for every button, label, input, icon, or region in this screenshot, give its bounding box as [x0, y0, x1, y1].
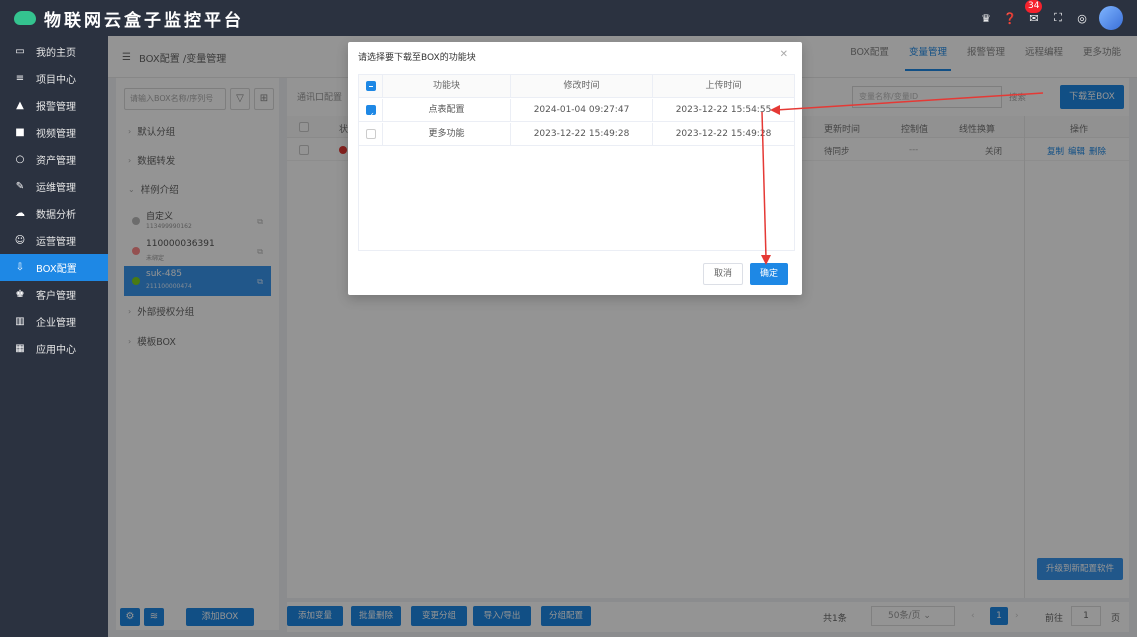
block-name: 点表配置 — [383, 99, 511, 122]
sidebar-item-label: 项目中心 — [36, 75, 76, 86]
dialog-title: 请选择要下载至BOX的功能块 — [358, 53, 476, 63]
download-function-dialog: 请选择要下载至BOX的功能块 ✕ 功能块 修改时间 上传时间 点表配置 2024… — [348, 42, 802, 295]
sidebar-item-label: BOX配置 — [36, 264, 77, 275]
col-modified-time: 修改时间 — [511, 75, 653, 98]
sidebar-item-label: 报警管理 — [36, 102, 76, 113]
confirm-button[interactable]: 确定 — [750, 263, 788, 285]
top-bar: 物联网云盒子监控平台 ♛ ❓ ✉ 34 ⛶ ◎ — [0, 0, 1137, 36]
wrench-icon: ✎ — [15, 181, 25, 192]
upload-time: 2023-12-22 15:49:28 — [675, 129, 772, 139]
sidebar-item[interactable]: ⇩ BOX配置 — [0, 254, 108, 281]
fullscreen-icon[interactable]: ⛶ — [1051, 11, 1065, 25]
top-right-toolbar: ♛ ❓ ✉ 34 ⛶ ◎ — [979, 0, 1123, 36]
asset-icon: ○ — [15, 154, 25, 165]
cloud-icon: ☁ — [15, 208, 25, 219]
function-block-table: 功能块 修改时间 上传时间 点表配置 2024-01-04 09:27:47 2… — [358, 74, 795, 251]
sidebar: ▭ 我的主页 ≡ 项目中心 ▲ 报警管理 ■ 视频管理 ○ 资产管理 ✎ 运维管理 ☁ 数据分析 ☺ 运营管理… — [0, 36, 108, 637]
sidebar-item-label: 企业管理 — [36, 318, 76, 329]
crown-icon[interactable]: ♛ — [979, 12, 993, 25]
sidebar-item-label: 应用中心 — [36, 345, 76, 356]
select-all-checkbox[interactable] — [366, 81, 376, 91]
cancel-button[interactable]: 取消 — [703, 263, 743, 285]
sidebar-item[interactable]: ☁ 数据分析 — [0, 200, 108, 227]
sidebar-item[interactable]: ▦ 应用中心 — [0, 335, 108, 362]
upload-time: 2023-12-22 15:54:55 — [675, 105, 772, 115]
sidebar-item[interactable]: ▲ 报警管理 — [0, 92, 108, 119]
sidebar-item[interactable]: ○ 资产管理 — [0, 146, 108, 173]
sidebar-item[interactable]: ☺ 运营管理 — [0, 227, 108, 254]
block-name: 更多功能 — [383, 123, 511, 146]
sidebar-item-label: 客户管理 — [36, 291, 76, 302]
globe-icon[interactable]: ◎ — [1075, 12, 1089, 25]
cloud-logo-icon — [14, 11, 36, 25]
list-icon: ≡ — [15, 73, 25, 84]
modified-time: 2024-01-04 09:27:47 — [511, 99, 653, 122]
download-icon: ⇩ — [15, 262, 25, 273]
notification-badge: 34 — [1025, 0, 1043, 13]
sidebar-item-label: 运营管理 — [36, 237, 76, 248]
people-icon: ☺ — [14, 235, 26, 246]
modified-time: 2023-12-22 15:49:28 — [511, 123, 653, 146]
mail-icon[interactable]: ✉ 34 — [1025, 0, 1043, 25]
dialog-table-header: 功能块 修改时间 上传时间 — [359, 75, 794, 98]
help-icon[interactable]: ❓ — [1003, 12, 1017, 25]
bell-icon: ▲ — [16, 100, 24, 111]
app-title: 物联网云盒子监控平台 — [44, 10, 244, 31]
sidebar-item[interactable]: ✎ 运维管理 — [0, 173, 108, 200]
sidebar-item-label: 视频管理 — [36, 129, 76, 140]
col-function-block: 功能块 — [383, 75, 511, 98]
monitor-icon: ▭ — [15, 46, 25, 57]
customer-icon: ♚ — [15, 289, 25, 300]
sidebar-item[interactable]: ▥ 企业管理 — [0, 308, 108, 335]
user-avatar[interactable] — [1099, 6, 1123, 30]
sidebar-item[interactable]: ≡ 项目中心 — [0, 65, 108, 92]
sidebar-item[interactable]: ♚ 客户管理 — [0, 281, 108, 308]
sidebar-item-label: 数据分析 — [36, 210, 76, 221]
grid-icon: ▦ — [15, 343, 25, 354]
sidebar-item-label: 资产管理 — [36, 156, 76, 167]
row-checkbox[interactable] — [366, 104, 376, 127]
col-upload-time: 上传时间 — [705, 81, 742, 91]
sidebar-item-label: 运维管理 — [36, 183, 76, 194]
function-row[interactable]: 点表配置 2024-01-04 09:27:47 2023-12-22 15:5… — [359, 99, 794, 127]
function-row[interactable]: 更多功能 2023-12-22 15:49:28 2023-12-22 15:4… — [359, 123, 794, 146]
row-checkbox[interactable] — [366, 129, 376, 139]
sidebar-item-label: 我的主页 — [36, 48, 76, 59]
video-icon: ■ — [15, 127, 25, 138]
sidebar-item[interactable]: ▭ 我的主页 — [0, 38, 108, 65]
close-icon[interactable]: ✕ — [780, 49, 788, 60]
sidebar-item[interactable]: ■ 视频管理 — [0, 119, 108, 146]
bar-chart-icon: ▥ — [15, 316, 25, 327]
app-logo[interactable]: 物联网云盒子监控平台 — [14, 6, 244, 31]
